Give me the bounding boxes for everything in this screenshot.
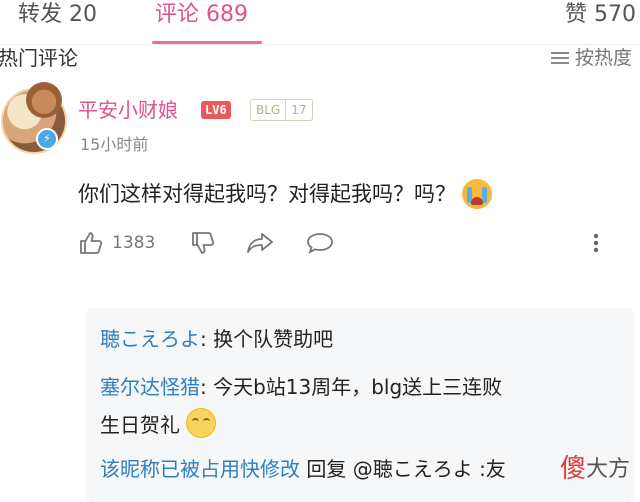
hot-comments-heading: 热门评论 xyxy=(0,46,78,70)
smile-emoji-icon xyxy=(186,408,217,438)
fan-medal-name: BLG xyxy=(256,103,281,117)
like-count: 1383 xyxy=(112,233,156,253)
like-button[interactable]: 1383 xyxy=(78,228,155,258)
reply-text: : 换个队赞助吧 xyxy=(200,327,334,351)
dislike-button[interactable] xyxy=(190,228,216,258)
reply-text: 回复 @聴こえろよ :友 xyxy=(300,457,506,481)
watermark-logo: 傻大方 xyxy=(559,454,630,484)
tab-likes[interactable]: 赞 570 xyxy=(565,0,636,30)
share-button[interactable] xyxy=(246,228,274,258)
reply-item[interactable]: 该昵称已被占用快修改 回复 @聴こえろよ :友 xyxy=(100,452,506,486)
sort-by-hotness-button[interactable]: 按热度 xyxy=(550,45,632,71)
thumbs-up-icon xyxy=(80,232,103,254)
menu-icon xyxy=(550,51,569,65)
fan-medal-badge[interactable]: BLG 17 xyxy=(250,99,313,121)
comment-body: 你们这样对得起我吗？对得起我吗？吗？ xyxy=(78,178,492,210)
more-options-button[interactable] xyxy=(590,228,602,258)
reply-text: : 今天b站13周年，blg送上三连败 xyxy=(200,375,503,399)
more-vertical-icon xyxy=(593,233,599,253)
reply-item[interactable]: 聴こえろよ: 换个队赞助吧 xyxy=(100,322,333,356)
level-badge: LV6 xyxy=(201,101,231,119)
fan-medal-level: 17 xyxy=(285,100,311,120)
reply-button[interactable] xyxy=(305,228,335,258)
comment-timestamp: 15小时前 xyxy=(80,135,149,154)
thumbs-down-icon xyxy=(192,232,215,254)
reply-text-continued: 生日贺礼 xyxy=(100,413,180,437)
avatar-pendant-icon xyxy=(26,82,62,118)
replies-panel: 聴こえろよ: 换个队赞助吧 塞尔达怪猎: 今天b站13周年，blg送上三连败 生… xyxy=(86,308,634,502)
tab-comments[interactable]: 评论 689 xyxy=(155,0,248,30)
reply-author[interactable]: 该昵称已被占用快修改 xyxy=(100,457,300,481)
share-icon xyxy=(247,233,273,253)
tab-repost[interactable]: 转发 20 xyxy=(18,0,97,30)
crying-emoji-icon xyxy=(462,179,492,209)
reply-author[interactable]: 聴こえろよ xyxy=(100,327,200,351)
sort-label: 按热度 xyxy=(574,47,632,69)
comment-username[interactable]: 平安小财娘 xyxy=(78,96,178,124)
tab-divider xyxy=(0,44,640,45)
reply-item[interactable]: 塞尔达怪猎: 今天b站13周年，blg送上三连败 xyxy=(100,370,502,404)
reply-author[interactable]: 塞尔达怪猎 xyxy=(100,375,200,399)
verified-icon: ⚡ xyxy=(36,128,58,150)
reply-continuation: 生日贺礼 xyxy=(100,408,217,442)
comment-bubble-icon xyxy=(307,233,333,254)
comment-text: 你们这样对得起我吗？对得起我吗？吗？ xyxy=(78,182,456,206)
